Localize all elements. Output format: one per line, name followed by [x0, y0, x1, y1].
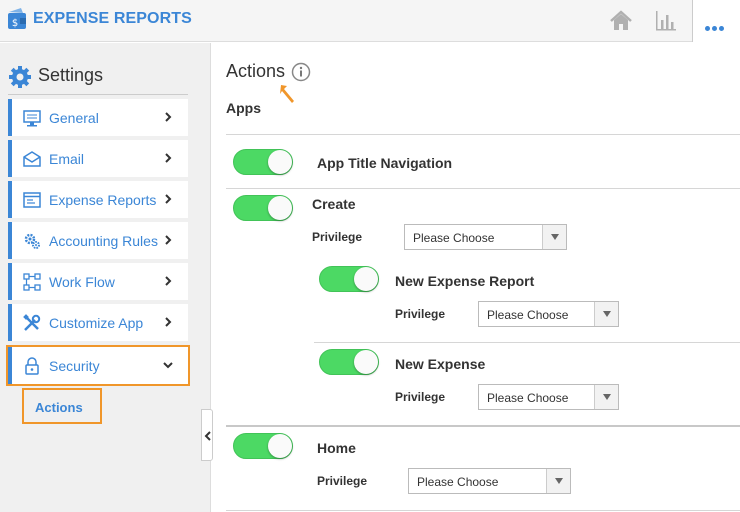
- sidebar-item-general[interactable]: General: [8, 99, 188, 136]
- select-value: Please Choose: [487, 308, 569, 322]
- toggle-new-expense[interactable]: [319, 349, 379, 375]
- toggle-home[interactable]: [233, 433, 293, 459]
- privilege-label: Privilege: [395, 307, 446, 321]
- privilege-select-home[interactable]: Please Choose: [408, 468, 571, 494]
- sidebar-item-customize-app[interactable]: Customize App: [8, 304, 188, 341]
- privilege-select-create[interactable]: Please Choose: [404, 224, 567, 250]
- sidebar: Settings General Email Expense Reports A…: [0, 43, 213, 512]
- pointer-arrow-icon: [280, 85, 294, 103]
- sidebar-item-label: Security: [49, 358, 100, 374]
- privilege-select-new-expense-report[interactable]: Please Choose: [478, 301, 619, 327]
- home-icon[interactable]: [607, 8, 635, 34]
- gears-icon: [24, 233, 40, 249]
- divider: [226, 188, 740, 189]
- chevron-down-icon: [163, 362, 173, 369]
- chevron-right-icon: [165, 112, 172, 122]
- sidebar-item-security[interactable]: Security: [6, 345, 190, 386]
- dropdown-button[interactable]: [542, 225, 566, 249]
- toggle-new-expense-report[interactable]: [319, 266, 379, 292]
- sidebar-item-label: Work Flow: [49, 274, 115, 290]
- privilege-label: Privilege: [312, 230, 363, 244]
- top-bar: $ EXPENSE REPORTS: [0, 0, 740, 42]
- select-value: Please Choose: [487, 391, 569, 405]
- sidebar-item-label: Customize App: [49, 315, 144, 331]
- row-title: New Expense Report: [395, 273, 535, 289]
- divider: [226, 510, 740, 511]
- row-title: Create: [312, 196, 356, 212]
- sidebar-item-label: Accounting Rules: [49, 233, 158, 249]
- gear-icon: [9, 66, 31, 88]
- divider: [226, 425, 740, 427]
- toggle-app-title-navigation[interactable]: [233, 149, 293, 175]
- caret-down-icon: [603, 311, 611, 317]
- sidebar-subitem-actions[interactable]: Actions: [22, 388, 102, 424]
- select-value: Please Choose: [413, 231, 495, 245]
- toggle-create[interactable]: [233, 195, 293, 221]
- workflow-icon: [23, 273, 41, 291]
- app-title: EXPENSE REPORTS: [33, 10, 192, 27]
- monitor-icon: [23, 110, 41, 127]
- row-title: Home: [317, 440, 356, 456]
- sidebar-item-expense-reports[interactable]: Expense Reports: [8, 181, 188, 218]
- svg-text:$: $: [12, 18, 18, 29]
- sidebar-item-label: Expense Reports: [49, 192, 157, 208]
- page-title: Actions: [226, 61, 286, 81]
- divider: [8, 94, 188, 95]
- sidebar-item-label: Email: [49, 151, 85, 167]
- divider: [314, 342, 740, 343]
- row-title: New Expense: [395, 356, 486, 372]
- bar-chart-icon[interactable]: [652, 8, 680, 34]
- settings-label: Settings: [38, 65, 104, 85]
- sidebar-subitem-label: Actions: [35, 400, 83, 415]
- privilege-label: Privilege: [395, 390, 446, 404]
- chevron-right-icon: [165, 276, 172, 286]
- chevron-right-icon: [165, 235, 172, 245]
- tools-icon: [23, 314, 41, 331]
- wallet-dollar-icon: $: [8, 8, 26, 29]
- caret-down-icon: [551, 234, 559, 240]
- lock-icon: [25, 357, 39, 375]
- sidebar-item-work-flow[interactable]: Work Flow: [8, 263, 188, 300]
- chevron-right-icon: [165, 153, 172, 163]
- caret-down-icon: [603, 394, 611, 400]
- more-button[interactable]: [693, 0, 740, 42]
- chevron-right-icon: [165, 317, 172, 327]
- row-title: App Title Navigation: [317, 155, 453, 171]
- caret-down-icon: [555, 478, 563, 484]
- section-label: Apps: [226, 100, 261, 116]
- dropdown-button[interactable]: [594, 302, 618, 326]
- more-icon: [705, 18, 726, 36]
- envelope-icon: [23, 151, 41, 167]
- privilege-label: Privilege: [317, 474, 368, 488]
- main-content: Actions Apps App Title Navigation Create…: [211, 43, 740, 512]
- report-window-icon: [23, 192, 41, 208]
- privilege-select-new-expense[interactable]: Please Choose: [478, 384, 619, 410]
- sidebar-item-label: General: [49, 110, 99, 126]
- divider: [226, 134, 740, 135]
- sidebar-item-accounting-rules[interactable]: Accounting Rules: [8, 222, 188, 259]
- dropdown-button[interactable]: [546, 469, 570, 493]
- info-icon[interactable]: [291, 62, 311, 82]
- sidebar-item-email[interactable]: Email: [8, 140, 188, 177]
- select-value: Please Choose: [417, 475, 499, 489]
- chevron-right-icon: [165, 194, 172, 204]
- dropdown-button[interactable]: [594, 385, 618, 409]
